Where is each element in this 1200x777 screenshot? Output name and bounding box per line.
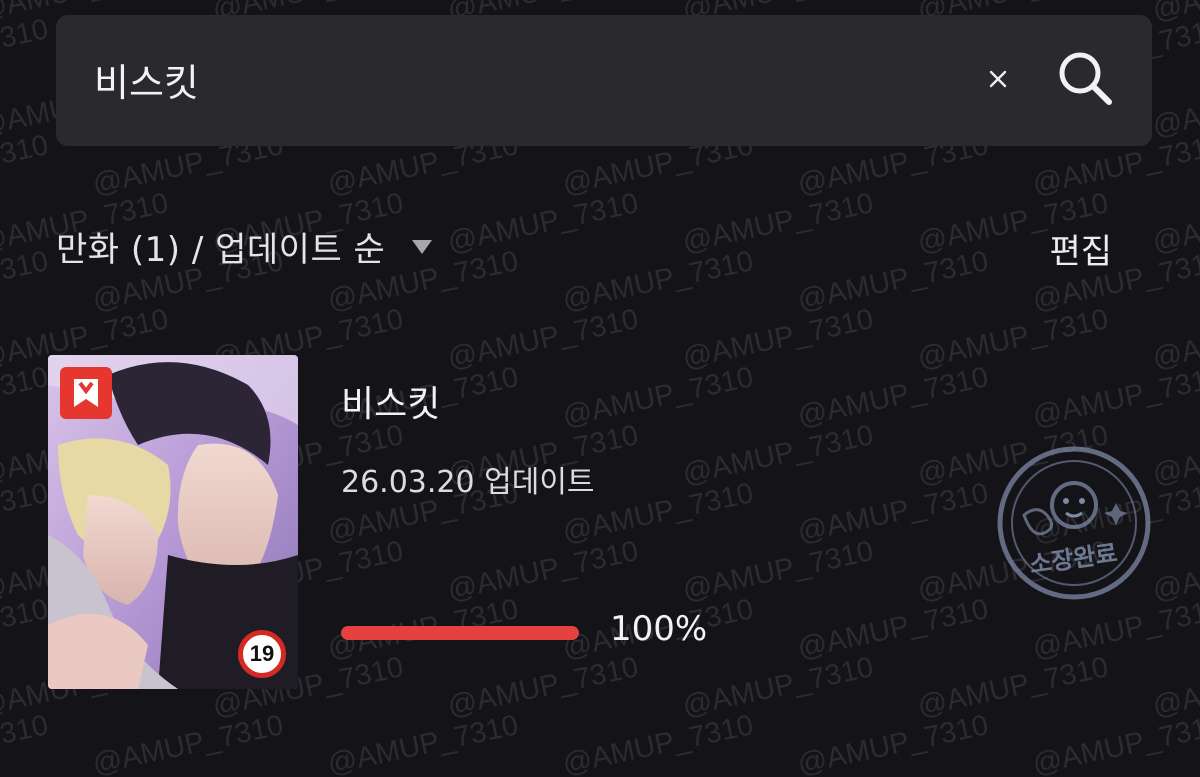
watermark-text: @AMUP_7310 xyxy=(325,709,521,777)
reading-progress-percent: 100% xyxy=(610,609,708,649)
clear-search-button[interactable] xyxy=(978,59,1018,99)
search-input[interactable] xyxy=(94,49,974,109)
watermark-text: @AMUP_7310 xyxy=(560,709,756,777)
sort-filter-dropdown[interactable]: 만화 (1) / 업데이트 순 xyxy=(56,222,433,271)
watermark-text: @AMUP_7310 xyxy=(0,709,51,777)
watermark-text: @AMUP_7310 xyxy=(0,477,51,549)
watermark-text: @AMUP_7310 xyxy=(0,593,51,665)
watermark-text: @AMUP_7310 xyxy=(1150,187,1200,259)
close-icon xyxy=(989,70,1007,88)
edit-button[interactable]: 편집 xyxy=(1049,224,1112,273)
svg-text:소장완료: 소장완료 xyxy=(1028,539,1119,579)
watermark-text: @AMUP_7310 xyxy=(445,187,641,259)
sort-filter-label: 만화 (1) / 업데이트 순 xyxy=(56,230,386,270)
comic-list-item[interactable]: 19 비스킷 26.03.20 업데이트 100% 소장완료 xyxy=(48,355,1158,691)
watermark-text: @AMUP_7310 xyxy=(795,245,991,317)
watermark-text: @AMUP_7310 xyxy=(1150,71,1200,143)
owned-stamp-icon: 소장완료 xyxy=(997,446,1151,600)
watermark-text: @AMUP_7310 xyxy=(795,709,991,777)
reading-progress-fill xyxy=(341,626,579,640)
watermark-text: @AMUP_7310 xyxy=(680,187,876,259)
watermark-text: @AMUP_7310 xyxy=(1150,0,1200,27)
comic-cover-thumbnail[interactable]: 19 xyxy=(48,355,298,689)
triangle-down-icon xyxy=(412,239,433,254)
watermark-text: @AMUP_7310 xyxy=(0,129,51,201)
watermark-text: @AMUP_7310 xyxy=(0,13,51,85)
comic-title: 비스킷 xyxy=(341,384,441,425)
search-icon xyxy=(1059,52,1112,105)
watermark-text: @AMUP_7310 xyxy=(0,361,51,433)
watermark-text: @AMUP_7310 xyxy=(0,245,51,317)
age-rating-badge: 19 xyxy=(238,630,286,678)
reading-progress-bar xyxy=(341,626,579,640)
watermark-text: @AMUP_7310 xyxy=(560,245,756,317)
red-bookmark-badge-icon xyxy=(60,367,112,419)
update-date: 26.03.20 업데이트 xyxy=(341,465,595,500)
search-button[interactable] xyxy=(1054,47,1118,111)
search-bar xyxy=(56,15,1152,146)
watermark-text: @AMUP_7310 xyxy=(1030,709,1200,777)
watermark-text: @AMUP_7310 xyxy=(90,709,286,777)
